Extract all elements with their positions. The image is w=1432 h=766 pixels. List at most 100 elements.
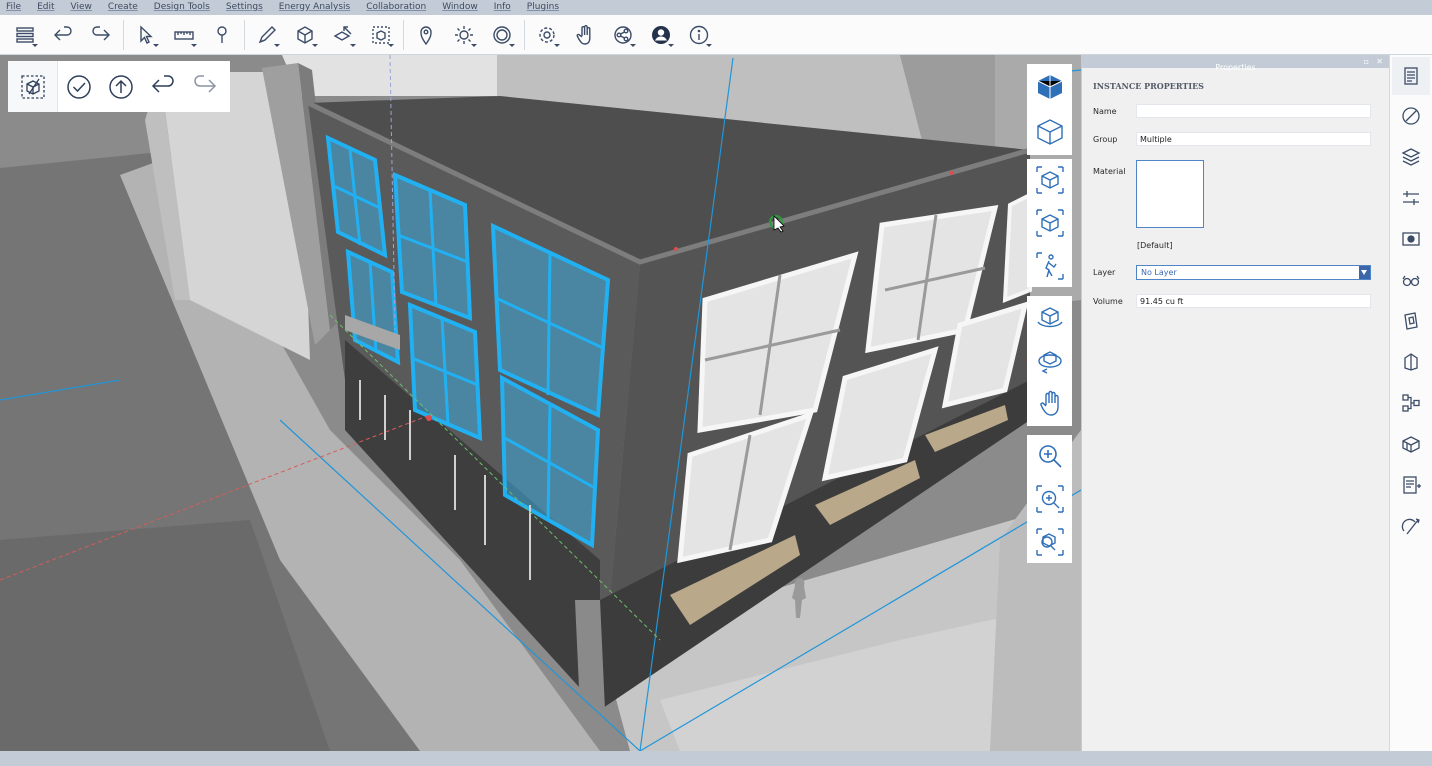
view-iso-button[interactable] (1030, 203, 1070, 243)
zoom-window-icon (1035, 485, 1064, 513)
bim-icon (1404, 353, 1418, 371)
snapshots-tab[interactable] (1397, 307, 1425, 335)
layer-select[interactable]: No Layer (1136, 265, 1371, 280)
browser-button[interactable] (6, 17, 44, 53)
bim-tab[interactable] (1397, 348, 1425, 376)
zoom-extents-button[interactable] (1030, 522, 1070, 562)
notes-tab[interactable] (1397, 471, 1425, 499)
location-button[interactable] (407, 17, 445, 53)
select-button[interactable] (127, 17, 165, 53)
share-icon (614, 25, 632, 44)
walk-button[interactable] (1030, 246, 1070, 286)
view-360-icon (493, 25, 511, 44)
section-title: INSTANCE PROPERTIES (1093, 81, 1204, 91)
material-swatch[interactable] (1136, 160, 1204, 228)
sun-button[interactable] (445, 17, 483, 53)
zoom-button[interactable] (1030, 436, 1070, 476)
redo-icon (92, 25, 110, 40)
account-button[interactable] (642, 17, 680, 53)
edit-group-icon (20, 74, 45, 99)
settings-icon (1403, 191, 1419, 205)
menu-settings[interactable]: Settings (226, 0, 263, 15)
view-iso-icon (1035, 209, 1064, 237)
snapshots-icon (1404, 312, 1418, 330)
name-field[interactable] (1136, 104, 1371, 118)
building-scene[interactable] (0, 55, 1081, 751)
done-button[interactable] (58, 61, 100, 112)
zoom-icon (1038, 445, 1062, 468)
close-icon[interactable]: ✕ (1376, 55, 1383, 68)
viewcube-bottom-button[interactable] (1030, 112, 1070, 152)
undo-button[interactable] (44, 17, 82, 53)
sun-icon (455, 25, 473, 44)
layer-value: No Layer (1141, 268, 1177, 277)
undo-icon (54, 25, 72, 40)
zoom-window-button[interactable] (1030, 479, 1070, 519)
visual-styles-tab[interactable] (1397, 266, 1425, 294)
menu-edit[interactable]: Edit (37, 0, 54, 15)
group-button[interactable] (362, 17, 400, 53)
done-icon (67, 74, 91, 99)
orbit-button[interactable] (1030, 298, 1070, 338)
menu-window[interactable]: Window (442, 0, 478, 15)
magic-tab[interactable] (1397, 512, 1425, 540)
redo-button[interactable] (82, 17, 120, 53)
menu-plugins[interactable]: Plugins (527, 0, 559, 15)
properties-icon (1404, 67, 1418, 85)
hand-button[interactable] (566, 17, 604, 53)
analytics-tab[interactable] (1397, 389, 1425, 417)
hand-icon (576, 24, 591, 45)
share-button[interactable] (604, 17, 642, 53)
group-icon (372, 25, 390, 44)
menu-energy-analysis[interactable]: Energy Analysis (279, 0, 350, 15)
properties-tab[interactable] (1392, 57, 1430, 95)
group-redo-button[interactable] (184, 61, 226, 112)
notes-icon (1403, 476, 1421, 494)
push-pull-button[interactable] (324, 17, 362, 53)
settings-button[interactable] (528, 17, 566, 53)
measure-button[interactable] (165, 17, 203, 53)
push-pull-icon (333, 25, 352, 41)
view-front-button[interactable] (1030, 160, 1070, 200)
menu-view[interactable]: View (71, 0, 92, 15)
menu-info[interactable]: Info (494, 0, 511, 15)
menu-create[interactable]: Create (108, 0, 138, 15)
menu-file[interactable]: File (6, 0, 21, 15)
info-icon (689, 25, 709, 44)
view-360-button[interactable] (483, 17, 521, 53)
viewcube-top-button[interactable] (1030, 67, 1070, 107)
pan-button[interactable] (1030, 384, 1070, 424)
tape-button[interactable] (203, 17, 241, 53)
3d-viewport[interactable] (0, 55, 1081, 751)
orbit-group (1027, 296, 1072, 426)
layers-tab[interactable] (1397, 143, 1425, 171)
groups-icon (1402, 436, 1420, 453)
groups-tab[interactable] (1397, 430, 1425, 458)
materials-tab[interactable] (1397, 102, 1425, 130)
analytics-icon (1402, 394, 1420, 412)
viewcube-top-icon (1037, 74, 1062, 99)
chevron-down-icon[interactable] (1359, 266, 1370, 279)
group-undo-button[interactable] (142, 61, 184, 112)
properties-title: Properties (1215, 63, 1256, 72)
orbit-icon (1036, 306, 1063, 327)
layers-icon (1401, 148, 1421, 166)
scenes-icon (1402, 232, 1420, 246)
measure-icon (174, 30, 194, 40)
menu-design-tools[interactable]: Design Tools (154, 0, 210, 15)
material-label: Material (1093, 167, 1126, 176)
undock-icon[interactable]: ▫ (1364, 55, 1369, 68)
edit-group-button[interactable] (8, 61, 58, 112)
levels-tab[interactable] (1397, 184, 1425, 212)
info-button[interactable] (680, 17, 718, 53)
primitives-button[interactable] (286, 17, 324, 53)
exit-group-button[interactable] (100, 61, 142, 112)
settings-icon (539, 26, 555, 43)
group-edit-bar (8, 61, 230, 112)
sketch-button[interactable] (248, 17, 286, 53)
layer-label: Layer (1093, 268, 1116, 277)
look-around-button[interactable] (1030, 341, 1070, 381)
sketch-icon (258, 25, 276, 43)
scenes-tab[interactable] (1397, 225, 1425, 253)
menu-collaboration[interactable]: Collaboration (366, 0, 426, 15)
